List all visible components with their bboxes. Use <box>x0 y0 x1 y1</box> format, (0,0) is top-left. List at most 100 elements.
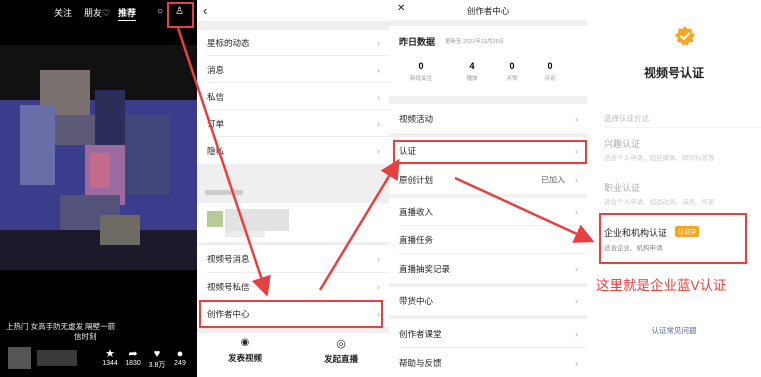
option-name: 兴趣认证 <box>604 139 641 149</box>
author-avatar[interactable] <box>8 347 31 369</box>
faq-link[interactable]: 认证常见问题 <box>587 325 761 336</box>
chevron-right-icon: › <box>575 113 578 124</box>
page-title: 视频号认证 <box>643 66 704 80</box>
author-name[interactable] <box>37 350 77 366</box>
page-title: 创作者中心 <box>466 6 510 16</box>
like-stat[interactable]: ♥ 3.8万 <box>147 349 167 370</box>
channel-id-blurred <box>225 231 265 237</box>
chevron-right-icon: › <box>575 207 578 217</box>
metric-label: 评论 <box>544 76 556 82</box>
option-desc: 适合个人申请，如自媒体、知识科普等 <box>604 155 715 162</box>
settings-item-channel-dm[interactable]: 视频号私信 › <box>197 273 389 301</box>
metric-value: 4 <box>469 61 475 71</box>
camera-icon: ◉ <box>240 337 250 348</box>
metric-label: 新增关注 <box>409 76 432 82</box>
share-stat[interactable]: ➦ 1830 <box>123 348 143 368</box>
video-feed-panel: 关注 朋友♡ 推荐 ○ ♙ 上热门 女高手防无虚发 隔壁一箭 信时刻 ★ 1344… <box>0 0 197 377</box>
video-frame[interactable] <box>0 45 197 270</box>
chevron-right-icon: › <box>575 263 578 274</box>
option-professional[interactable]: 职业认证 适合个人申请，如运动员、演员、作家 <box>587 176 761 214</box>
highlight-creator-center <box>199 300 383 328</box>
settings-item-starred[interactable]: 星标的动态 › <box>197 30 389 56</box>
verified-badge-icon <box>674 25 696 47</box>
metric-label: 播放 <box>466 76 478 82</box>
data-updated: 更新至 2021年12月26日 <box>445 39 504 45</box>
post-video-button[interactable]: ◉ 发表视频 <box>197 333 293 377</box>
item-label: 原创计划 <box>399 174 434 185</box>
metric-value: 0 <box>547 61 553 71</box>
comment-icon: ● <box>176 348 184 360</box>
metric-item: 0 评论 <box>530 61 570 82</box>
tab-recommended[interactable]: 推荐 <box>118 6 137 21</box>
chevron-right-icon: › <box>377 64 380 75</box>
item-label: 私信 <box>207 91 225 102</box>
item-label: 视频号消息 <box>207 254 250 264</box>
menu-original-plan[interactable]: 原创计划 已加入 › <box>389 165 587 194</box>
chevron-right-icon: › <box>377 118 380 129</box>
comment-stat[interactable]: ● 249 <box>170 348 190 368</box>
tab-following[interactable]: 关注 <box>54 6 72 19</box>
item-label: 隐私 <box>207 145 225 156</box>
metric-item: 0 新增关注 <box>401 61 441 82</box>
chevron-right-icon: › <box>377 145 380 156</box>
annotation-text: 这里就是企业蓝V认证 <box>596 278 727 293</box>
bottom-action-bar: ◉ 发表视频 ◎ 发起直播 <box>197 333 389 377</box>
chevron-right-icon: › <box>377 91 380 102</box>
metric-item: 0 点赞 <box>492 61 532 82</box>
stat-value: 1344 <box>102 360 118 367</box>
settings-item-dm[interactable]: 私信 › <box>197 83 389 110</box>
live-icon: ◎ <box>336 338 346 350</box>
section-label-blurred <box>205 190 243 195</box>
menu-creator-class[interactable]: 创作者课堂 › <box>389 319 587 348</box>
menu-live-income[interactable]: 直播收入 › <box>389 198 587 226</box>
tab-friends[interactable]: 朋友♡ <box>84 6 110 19</box>
item-label: 带货中心 <box>399 296 434 306</box>
item-label: 直播抽奖记录 <box>399 263 451 274</box>
action-label: 发起直播 <box>323 354 358 364</box>
option-name: 职业认证 <box>604 183 641 193</box>
action-label: 发表视频 <box>227 353 262 363</box>
stat-value: 249 <box>174 360 186 367</box>
back-icon[interactable]: ‹ <box>203 3 207 18</box>
search-icon[interactable]: ○ <box>157 6 163 17</box>
item-label: 星标的动态 <box>207 38 250 48</box>
highlight-profile-icon <box>167 2 194 28</box>
settings-item-messages[interactable]: 消息 › <box>197 56 389 83</box>
settings-item-channel-messages[interactable]: 视频号消息 › <box>197 245 389 273</box>
video-caption: 上热门 女高手防无虚发 隔壁一箭 信时刻 <box>6 322 191 342</box>
settings-item-orders[interactable]: 订单 › <box>197 110 389 137</box>
item-label: 消息 <box>207 64 225 75</box>
favorite-stat[interactable]: ★ 1344 <box>100 349 120 368</box>
chevron-right-icon: › <box>575 328 578 339</box>
channel-verification-panel: 视频号认证 选择认证方式 兴趣认证 适合个人申请，如自媒体、知识科普等 职业认证… <box>587 0 761 377</box>
chevron-right-icon: › <box>377 38 380 48</box>
metric-value: 0 <box>509 61 515 71</box>
share-icon: ➦ <box>128 348 138 360</box>
option-desc: 适合个人申请，如运动员、演员、作家 <box>604 199 715 206</box>
chevron-right-icon: › <box>575 235 578 245</box>
chevron-right-icon: › <box>377 282 380 292</box>
creator-header: ✕ 创作者中心 <box>389 0 587 20</box>
menu-live-lottery[interactable]: 直播抽奖记录 › <box>389 254 587 283</box>
menu-help-feedback[interactable]: 帮助与反馈 › <box>389 348 587 377</box>
item-label: 帮助与反馈 <box>399 357 442 368</box>
channel-name-blurred <box>225 209 289 231</box>
menu-video-activity[interactable]: 视频活动 › <box>389 104 587 133</box>
channel-profile-card[interactable] <box>197 203 389 243</box>
item-label: 创作者课堂 <box>399 328 442 339</box>
settings-item-privacy[interactable]: 隐私 › <box>197 137 389 164</box>
menu-live-tasks[interactable]: 直播任务 › <box>389 226 587 254</box>
item-label: 视频活动 <box>399 113 434 124</box>
yesterday-data-card[interactable]: 昨日数据 更新至 2021年12月26日 0 新增关注 4 播放 0 点赞 0 评论 <box>389 26 587 96</box>
channel-avatar <box>207 211 223 227</box>
menu-commerce-center[interactable]: 带货中心 › <box>389 287 587 315</box>
creator-center-panel: ✕ 创作者中心 昨日数据 更新至 2021年12月26日 0 新增关注 4 播放 0… <box>389 0 587 377</box>
caption-line: 信时刻 <box>74 332 97 341</box>
chevron-right-icon: › <box>377 254 380 264</box>
metric-label: 点赞 <box>506 76 518 82</box>
highlight-verification <box>393 140 587 164</box>
option-interest[interactable]: 兴趣认证 适合个人申请，如自媒体、知识科普等 <box>587 132 761 170</box>
item-label: 视频号私信 <box>207 282 250 292</box>
item-label: 订单 <box>207 118 225 129</box>
start-live-button[interactable]: ◎ 发起直播 <box>293 333 389 377</box>
